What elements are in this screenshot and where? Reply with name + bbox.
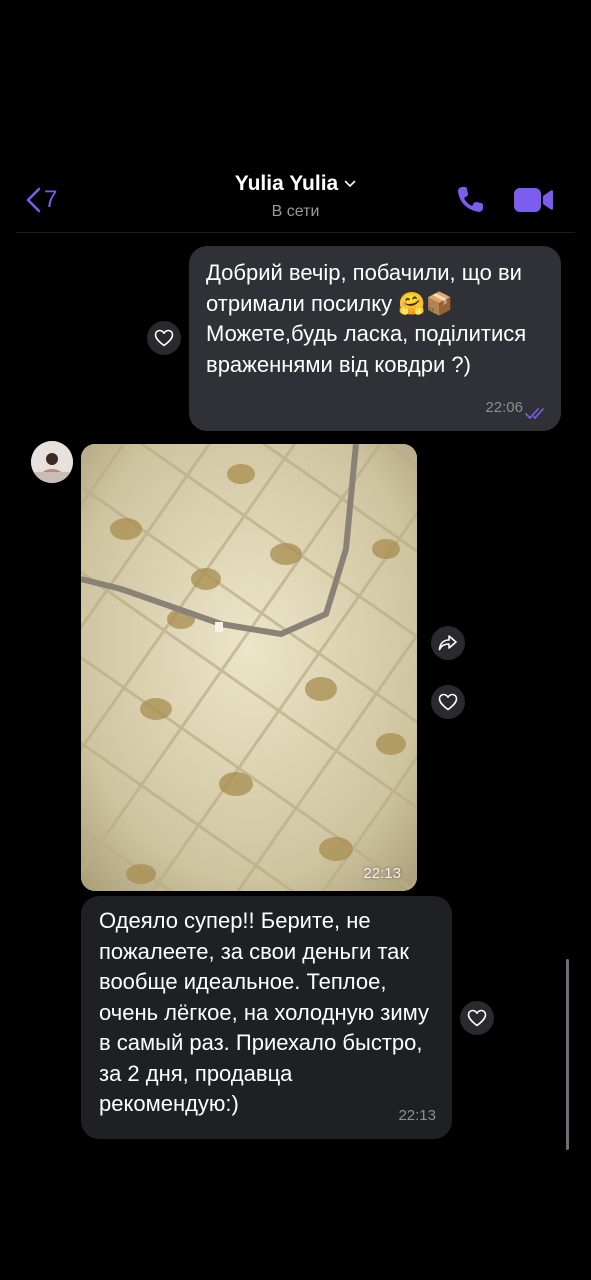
incoming-message[interactable]: Одеяло супер!! Берите, не пожалеете, за … [81, 896, 452, 1139]
forward-button[interactable] [431, 626, 465, 660]
heart-icon [438, 693, 458, 711]
heart-icon [467, 1009, 487, 1027]
heart-icon [154, 329, 174, 347]
video-camera-icon [514, 188, 553, 212]
phone-icon [458, 187, 483, 212]
like-button[interactable] [147, 321, 181, 355]
outgoing-message[interactable]: Добрий вечір, побачили, що ви отримали п… [189, 246, 561, 431]
message-time: 22:13 [398, 1106, 436, 1124]
contact-info[interactable]: Yulia Yulia В сети [0, 172, 591, 221]
scrollbar[interactable] [566, 959, 569, 1150]
header-divider [16, 232, 575, 233]
call-button[interactable] [454, 184, 486, 216]
double-check-icon [525, 408, 544, 419]
contact-name: Yulia Yulia [234, 172, 339, 195]
blanket-photo [81, 444, 417, 891]
video-call-button[interactable] [512, 184, 554, 216]
message-time: 22:06 [485, 398, 523, 416]
share-arrow-icon [438, 635, 457, 651]
avatar-photo [31, 441, 73, 483]
message-time: 22:13 [363, 865, 401, 882]
contact-avatar[interactable] [31, 441, 73, 483]
photo-message[interactable]: 22:13 [81, 444, 417, 891]
chevron-down-icon [344, 180, 356, 188]
chat-header: 7 Yulia Yulia В сети [0, 0, 591, 232]
message-text: Добрий вечір, побачили, що ви отримали п… [206, 260, 527, 377]
contact-status: В сети [271, 203, 320, 220]
like-button[interactable] [460, 1001, 494, 1035]
message-text: Одеяло супер!! Берите, не пожалеете, за … [99, 908, 430, 1116]
like-button[interactable] [431, 685, 465, 719]
